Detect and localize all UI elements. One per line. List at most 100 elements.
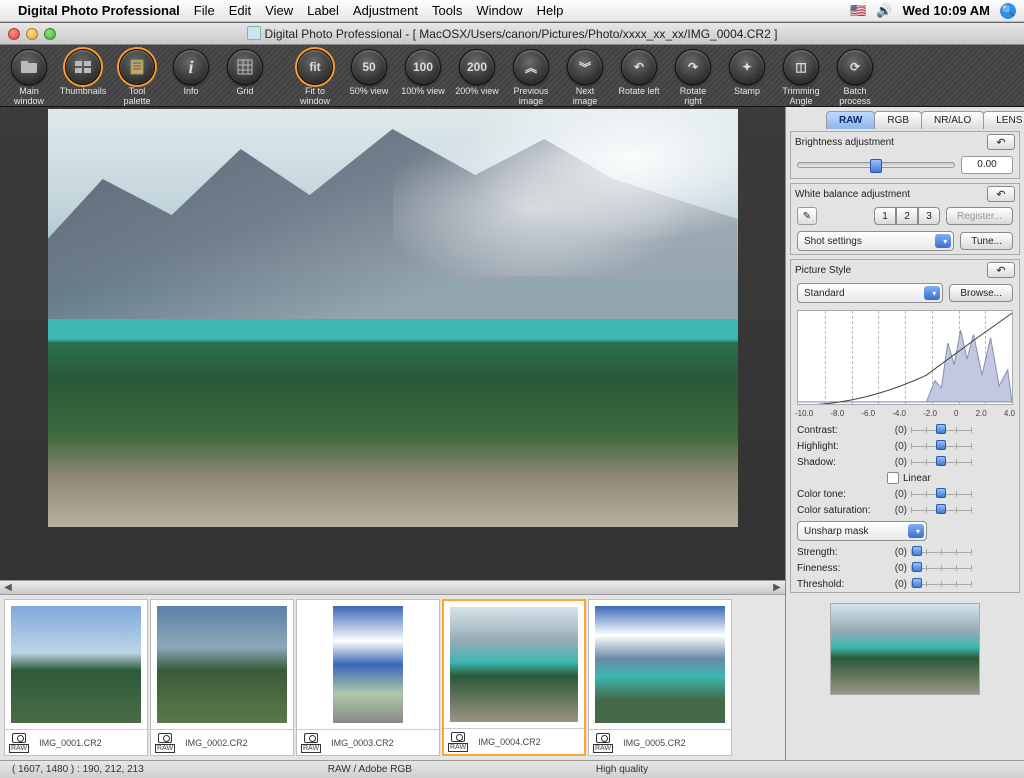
menu-file[interactable]: File bbox=[194, 3, 215, 18]
picstyle-dropdown[interactable]: Standard▾ bbox=[797, 283, 943, 303]
thumbnail-image bbox=[11, 606, 141, 723]
toolbar-label: Info bbox=[183, 87, 198, 97]
toolbar-thumbs-button[interactable]: Thumbnails bbox=[60, 49, 106, 97]
adjustment-row: Color saturation:(0) bbox=[791, 502, 1019, 518]
tab-lens[interactable]: LENS bbox=[983, 111, 1024, 129]
toolbar-grid-button[interactable]: Grid bbox=[222, 49, 268, 97]
wb-preset-1[interactable]: 1 bbox=[874, 207, 896, 225]
palette-icon bbox=[119, 49, 155, 85]
adjustment-slider[interactable] bbox=[911, 562, 971, 574]
adjustment-slider[interactable] bbox=[911, 578, 971, 590]
adjustment-slider[interactable] bbox=[911, 424, 971, 436]
toolbar-fit-button[interactable]: fitFit towindow bbox=[292, 49, 338, 107]
thumbnail-item[interactable]: RAWIMG_0005.CR2 bbox=[588, 599, 732, 756]
menu-tools[interactable]: Tools bbox=[432, 3, 462, 18]
menu-view[interactable]: View bbox=[265, 3, 293, 18]
brightness-label: Brightness adjustment bbox=[795, 137, 894, 148]
brightness-revert-button[interactable]: ↶ bbox=[987, 134, 1015, 150]
adjustment-value: (0) bbox=[887, 489, 907, 500]
wb-register-button[interactable]: Register... bbox=[946, 207, 1013, 225]
spotlight-icon[interactable]: 🔍 bbox=[1000, 3, 1016, 19]
palette-tabs: RAW RGB NR/ALO LENS bbox=[786, 107, 1024, 129]
adjustment-row: Color tone:(0) bbox=[791, 486, 1019, 502]
wb-revert-button[interactable]: ↶ bbox=[987, 186, 1015, 202]
wb-eyedropper-button[interactable]: ✎ bbox=[797, 207, 817, 225]
tab-rgb[interactable]: RGB bbox=[874, 111, 922, 129]
main-image[interactable] bbox=[48, 109, 738, 527]
menubar-appname[interactable]: Digital Photo Professional bbox=[18, 3, 180, 18]
thumbnail-item[interactable]: RAWIMG_0001.CR2 bbox=[4, 599, 148, 756]
adjustment-slider[interactable] bbox=[911, 488, 971, 500]
menubar-clock[interactable]: Wed 10:09 AM bbox=[903, 3, 990, 18]
thumbnail-item[interactable]: RAW IMG_0004.CR2 bbox=[442, 599, 586, 756]
adjustment-row: Highlight:(0) bbox=[791, 438, 1019, 454]
menu-help[interactable]: Help bbox=[537, 3, 564, 18]
thumbnails-strip: ◀ ▶ RAWIMG_0001.CR2RAWIMG_0002.CR2RAWIMG… bbox=[0, 580, 785, 760]
thumbnail-item[interactable]: RAWIMG_0002.CR2 bbox=[150, 599, 294, 756]
status-quality: High quality bbox=[584, 764, 660, 775]
scroll-left-arrow[interactable]: ◀ bbox=[0, 582, 16, 593]
toolbar-label: TrimmingAngle bbox=[782, 87, 819, 107]
image-preview-area[interactable] bbox=[0, 107, 785, 580]
menu-window[interactable]: Window bbox=[476, 3, 522, 18]
adjustment-slider[interactable] bbox=[911, 504, 971, 516]
picstyle-browse-button[interactable]: Browse... bbox=[949, 284, 1013, 302]
toolbar-next-button[interactable]: ︾Nextimage bbox=[562, 49, 608, 107]
toolbar-200-button[interactable]: 200200% view bbox=[454, 49, 500, 97]
tab-nralo[interactable]: NR/ALO bbox=[921, 111, 984, 129]
menu-adjustment[interactable]: Adjustment bbox=[353, 3, 418, 18]
wb-preset-2[interactable]: 2 bbox=[896, 207, 918, 225]
wb-dropdown[interactable]: Shot settings▾ bbox=[797, 231, 954, 251]
thumbnails-scrollbar[interactable]: ◀ ▶ bbox=[0, 581, 785, 595]
toolbar-rotl-button[interactable]: ↶Rotate left bbox=[616, 49, 662, 97]
volume-icon[interactable]: 🔊 bbox=[876, 3, 892, 19]
thumbs-icon bbox=[65, 49, 101, 85]
toolbar-trim-button[interactable]: ◫TrimmingAngle bbox=[778, 49, 824, 107]
flag-icon[interactable]: 🇺🇸 bbox=[850, 3, 866, 19]
tone-curve-histogram[interactable] bbox=[797, 310, 1013, 405]
toolbar-stamp-button[interactable]: ✦Stamp bbox=[724, 49, 770, 97]
toolbar-batch-button[interactable]: ⟳Batchprocess bbox=[832, 49, 878, 107]
menu-label[interactable]: Label bbox=[307, 3, 339, 18]
toolbar-prev-button[interactable]: ︽Previousimage bbox=[508, 49, 554, 107]
adjustment-label: Color saturation: bbox=[797, 505, 887, 516]
brightness-slider[interactable] bbox=[797, 162, 955, 168]
toolbar-label: Nextimage bbox=[573, 87, 598, 107]
toolbar-label: Mainwindow bbox=[14, 87, 44, 107]
toolbar-info-button[interactable]: iInfo bbox=[168, 49, 214, 97]
picstyle-revert-button[interactable]: ↶ bbox=[987, 262, 1015, 278]
brightness-value[interactable]: 0.00 bbox=[961, 156, 1013, 174]
adjustment-value: (0) bbox=[887, 425, 907, 436]
adjustment-slider[interactable] bbox=[911, 440, 971, 452]
menu-edit[interactable]: Edit bbox=[229, 3, 251, 18]
linear-checkbox-row: Linear bbox=[791, 470, 1019, 486]
adjustment-slider[interactable] bbox=[911, 456, 971, 468]
grid-icon bbox=[227, 49, 263, 85]
toolbar-label: Batchprocess bbox=[839, 87, 871, 107]
wb-tune-button[interactable]: Tune... bbox=[960, 232, 1013, 250]
raw-badge-icon: RAW bbox=[9, 733, 29, 753]
scroll-right-arrow[interactable]: ▶ bbox=[769, 582, 785, 593]
adjustment-slider[interactable] bbox=[911, 546, 971, 558]
rotr-icon: ↷ bbox=[675, 49, 711, 85]
adjustment-label: Shadow: bbox=[797, 457, 887, 468]
toolbar-palette-button[interactable]: Toolpalette bbox=[114, 49, 160, 107]
50-icon: 50 bbox=[351, 49, 387, 85]
raw-badge-icon: RAW bbox=[448, 732, 468, 752]
linear-label: Linear bbox=[903, 473, 931, 484]
linear-checkbox[interactable] bbox=[887, 472, 899, 484]
toolbar-label: 100% view bbox=[401, 87, 445, 97]
adjustment-row: Contrast:(0) bbox=[791, 422, 1019, 438]
toolbar-50-button[interactable]: 5050% view bbox=[346, 49, 392, 97]
sharpness-dropdown[interactable]: Unsharp mask▾ bbox=[797, 521, 927, 541]
whitebalance-section: White balance adjustment ↶ ✎ 1 2 3 Regis… bbox=[790, 183, 1020, 255]
thumbnail-item[interactable]: RAWIMG_0003.CR2 bbox=[296, 599, 440, 756]
navigator-image[interactable] bbox=[830, 603, 980, 695]
toolbar-folder-button[interactable]: Mainwindow bbox=[6, 49, 52, 107]
thumbnail-filename: IMG_0004.CR2 bbox=[478, 737, 541, 747]
toolbar-rotr-button[interactable]: ↷Rotate right bbox=[670, 49, 716, 107]
toolbar-100-button[interactable]: 100100% view bbox=[400, 49, 446, 97]
wb-preset-3[interactable]: 3 bbox=[918, 207, 940, 225]
tab-raw[interactable]: RAW bbox=[826, 111, 875, 129]
window-titlebar[interactable]: Digital Photo Professional - [ MacOSX/Us… bbox=[0, 23, 1024, 45]
